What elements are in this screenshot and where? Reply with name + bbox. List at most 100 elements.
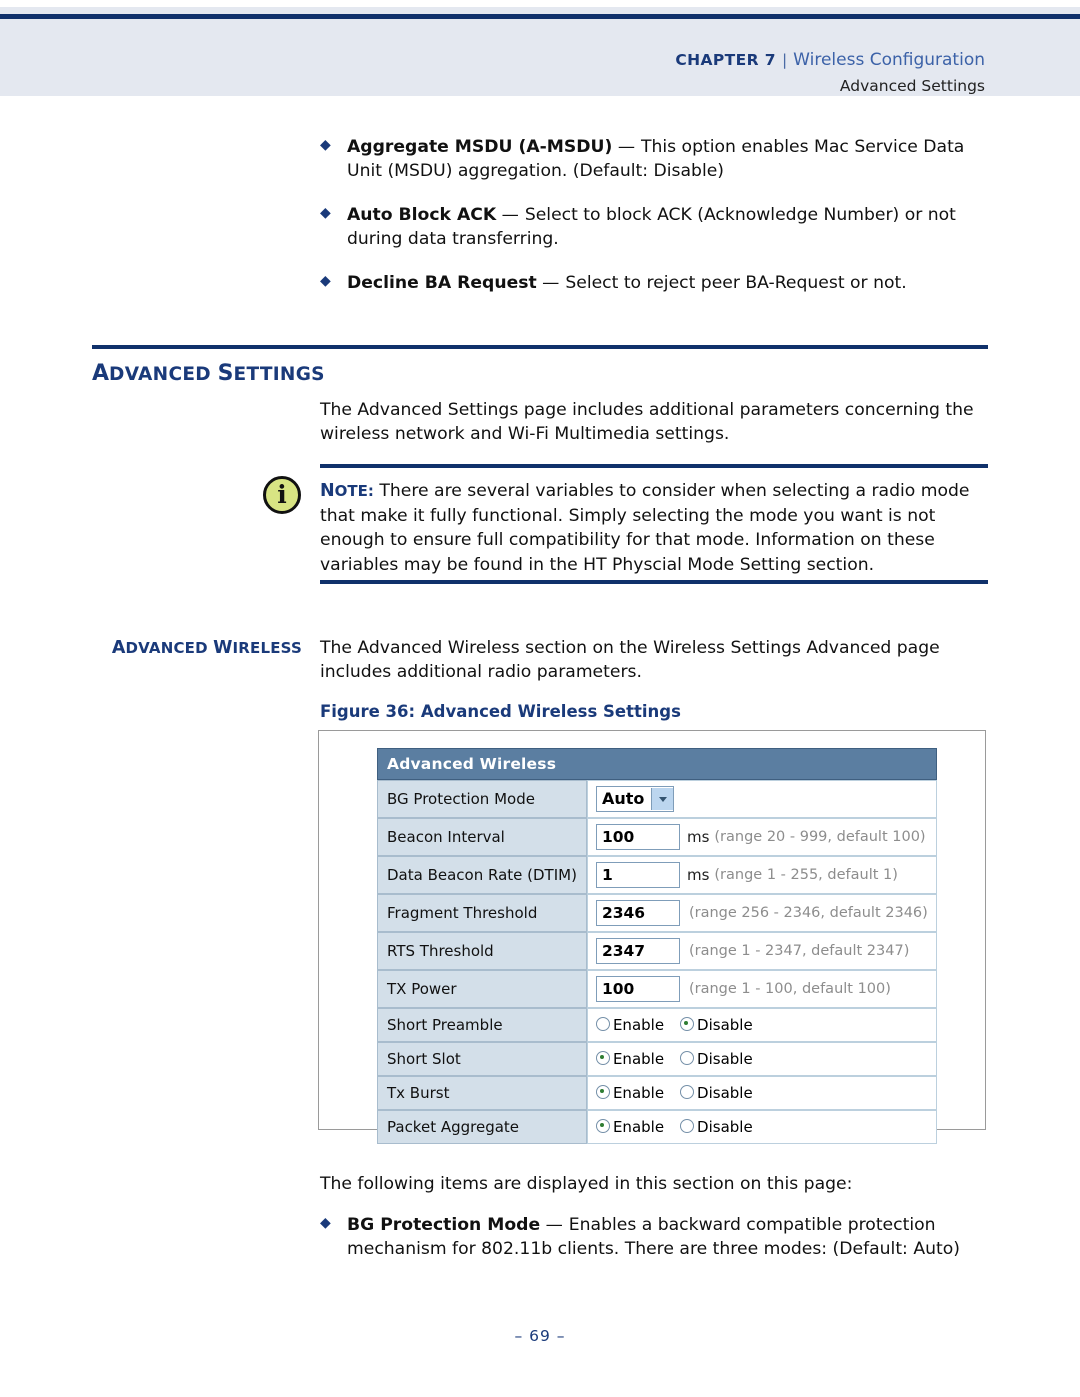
fragment-threshold-input[interactable]: 2346 <box>595 900 680 926</box>
packet-aggregate-disable-radio[interactable]: Disable <box>680 1118 753 1136</box>
section-title-rest-settings: ETTINGS <box>233 364 325 385</box>
row-value-tx-power: 100 (range 1 - 100, default 100) <box>586 970 937 1008</box>
header-section-title: Wireless Configuration <box>793 50 985 70</box>
row-label-bg-protection-mode: BG Protection Mode <box>377 780 587 818</box>
section-title-rest-advanced: DVANCED <box>109 364 218 385</box>
row-value-short-slot: Enable Disable <box>586 1042 937 1076</box>
table-row: Data Beacon Rate (DTIM) 1 ms (range 1 - 25… <box>377 856 937 894</box>
advanced-wireless-settings-table: Advanced Wireless BG Protection Mode Aut… <box>377 748 937 1144</box>
radio-indicator <box>680 1017 695 1032</box>
bullet-item: ◆ Auto Block ACK — Select to block ACK (… <box>320 203 988 252</box>
bullet-description: Select to reject peer BA-Request or not. <box>565 272 907 293</box>
bullet-term: Aggregate MSDU (A-MSDU) <box>347 137 613 157</box>
data-beacon-rate-unit: ms <box>686 866 710 884</box>
rts-threshold-hint: (range 1 - 2347, default 2347) <box>688 943 910 959</box>
fragment-threshold-hint: (range 256 - 2346, default 2346) <box>688 905 928 921</box>
header-chapter-label: CHAPTER 7 <box>675 51 776 69</box>
short-preamble-radio-group: Enable Disable <box>595 1016 769 1035</box>
row-value-tx-burst: Enable Disable <box>586 1076 937 1110</box>
bullet-term: Decline BA Request <box>347 272 537 293</box>
beacon-interval-unit: ms <box>686 828 710 846</box>
header-chapter-line: CHAPTER 7 | Wireless Configuration <box>675 47 985 73</box>
row-value-packet-aggregate: Enable Disable <box>586 1110 937 1144</box>
diamond-bullet-icon: ◆ <box>320 272 331 289</box>
row-label-beacon-interval: Beacon Interval <box>377 818 587 856</box>
side-heading-advanced-wireless: ADVANCED WIRELESS <box>111 638 302 658</box>
figure-caption: Figure 36: Advanced Wireless Settings <box>320 702 681 721</box>
table-row: Beacon Interval 100 ms (range 20 - 999, de… <box>377 818 937 856</box>
radio-label: Enable <box>612 1118 665 1137</box>
radio-label: Enable <box>612 1084 665 1103</box>
table-row: Fragment Threshold 2346 (range 256 - 2346… <box>377 894 937 932</box>
row-label-tx-burst: Tx Burst <box>377 1076 587 1110</box>
advanced-wireless-paragraph: The Advanced Wireless section on the Wir… <box>320 638 940 683</box>
row-label-short-preamble: Short Preamble <box>377 1008 587 1042</box>
diamond-bullet-icon: ◆ <box>320 137 331 153</box>
tx-burst-radio-group: Enable Disable <box>595 1084 769 1103</box>
tx-power-input[interactable]: 100 <box>595 976 680 1002</box>
short-slot-disable-radio[interactable]: Disable <box>680 1050 753 1068</box>
intro-bullet-list: ◆ Aggregate MSDU (A-MSDU) — This option … <box>320 135 988 314</box>
radio-indicator <box>595 1085 610 1100</box>
closing-bullet-list: ◆ BG Protection Mode — Enables a backwar… <box>320 1213 988 1281</box>
table-row: Short Preamble Enable Disable <box>377 1008 937 1042</box>
table-row: RTS Threshold 2347 (range 1 - 2347, defau… <box>377 932 937 970</box>
table-row: Short Slot Enable Disable <box>377 1042 937 1076</box>
radio-indicator <box>680 1119 695 1134</box>
header-text-block: CHAPTER 7 | Wireless Configuration Advance… <box>675 47 985 98</box>
tx-burst-enable-radio[interactable]: Enable <box>595 1084 665 1103</box>
row-value-beacon-interval: 100 ms (range 20 - 999, default 100) <box>586 818 937 856</box>
short-preamble-disable-radio[interactable]: Disable <box>680 1016 753 1034</box>
short-slot-radio-group: Enable Disable <box>595 1050 769 1069</box>
rts-threshold-input[interactable]: 2347 <box>595 938 680 964</box>
data-beacon-rate-input[interactable]: 1 <box>595 862 680 888</box>
radio-indicator <box>680 1051 695 1066</box>
radio-label: Disable <box>697 1118 753 1137</box>
beacon-interval-input[interactable]: 100 <box>595 824 680 850</box>
packet-aggregate-radio-group: Enable Disable <box>595 1118 769 1137</box>
radio-label: Disable <box>697 1050 753 1069</box>
page-number: – 69 – <box>514 1327 566 1345</box>
row-label-rts-threshold: RTS Threshold <box>377 932 587 970</box>
bullet-term: Auto Block ACK <box>347 204 497 225</box>
page-header: CHAPTER 7 | Wireless Configuration Advance… <box>0 0 1080 96</box>
info-icon: i <box>263 476 301 514</box>
panel-title: Advanced Wireless <box>377 748 937 780</box>
note-bottom-rule <box>320 580 988 584</box>
tx-burst-disable-radio[interactable]: Disable <box>680 1084 753 1102</box>
chevron-down-icon[interactable] <box>651 788 674 810</box>
short-preamble-enable-radio[interactable]: Enable <box>595 1016 665 1035</box>
header-subsection-title: Advanced Settings <box>839 77 985 96</box>
bullet-item: ◆ Decline BA Request — Select to reject … <box>320 271 988 295</box>
table-row: TX Power 100 (range 1 - 100, default 100) <box>377 970 937 1008</box>
row-label-short-slot: Short Slot <box>377 1042 587 1076</box>
data-beacon-rate-hint: (range 1 - 255, default 1) <box>714 867 898 883</box>
radio-indicator <box>595 1017 610 1032</box>
header-separator: | <box>781 51 788 69</box>
row-label-fragment-threshold: Fragment Threshold <box>377 894 587 932</box>
bullet-term: BG Protection Mode <box>347 1215 541 1235</box>
radio-label: Disable <box>697 1084 753 1103</box>
bullet-item: ◆ BG Protection Mode — Enables a backwar… <box>320 1213 988 1262</box>
row-value-short-preamble: Enable Disable <box>586 1008 937 1042</box>
row-label-tx-power: TX Power <box>377 970 587 1008</box>
tx-power-hint: (range 1 - 100, default 100) <box>688 981 891 997</box>
row-label-packet-aggregate: Packet Aggregate <box>377 1110 587 1144</box>
row-label-data-beacon-rate: Data Beacon Rate (DTIM) <box>377 856 587 894</box>
radio-label: Enable <box>612 1050 665 1069</box>
short-slot-enable-radio[interactable]: Enable <box>595 1050 665 1069</box>
diamond-bullet-icon: ◆ <box>320 1215 331 1231</box>
radio-indicator <box>595 1051 610 1066</box>
note-top-rule <box>320 464 988 468</box>
packet-aggregate-enable-radio[interactable]: Enable <box>595 1118 665 1137</box>
row-value-bg-protection-mode: Auto <box>586 780 937 818</box>
bullet-item: ◆ Aggregate MSDU (A-MSDU) — This option … <box>320 135 988 184</box>
note-text: There are several variables to consider … <box>320 481 970 575</box>
table-row: BG Protection Mode Auto <box>377 780 937 818</box>
beacon-interval-hint: (range 20 - 999, default 100) <box>714 829 926 845</box>
bullet-dash: — <box>617 137 636 157</box>
bg-protection-mode-select[interactable]: Auto <box>595 786 675 812</box>
radio-label: Enable <box>612 1016 665 1035</box>
bg-protection-mode-value: Auto <box>601 789 645 808</box>
bullet-dash: — <box>545 1215 564 1235</box>
